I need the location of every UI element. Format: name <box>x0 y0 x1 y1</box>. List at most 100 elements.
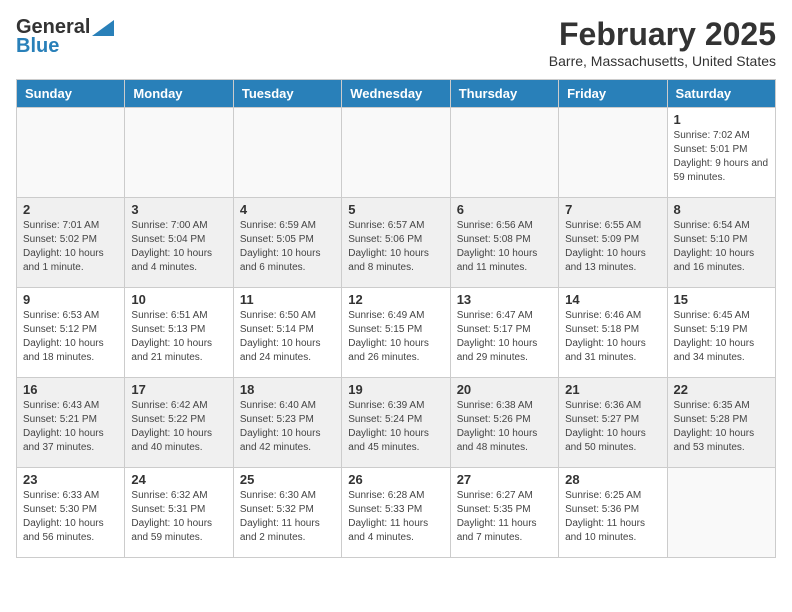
day-info: Sunrise: 6:30 AM Sunset: 5:32 PM Dayligh… <box>240 489 335 545</box>
day-number: 20 <box>457 382 552 397</box>
page-header: General Blue February 2025 Barre, Massac… <box>16 16 776 69</box>
day-info: Sunrise: 6:59 AM Sunset: 5:05 PM Dayligh… <box>240 219 335 275</box>
calendar-day-cell: 15 Sunrise: 6:45 AM Sunset: 5:19 PM Dayli… <box>667 288 775 378</box>
day-info: Sunrise: 6:38 AM Sunset: 5:26 PM Dayligh… <box>457 399 552 455</box>
calendar-week-row: 9 Sunrise: 6:53 AM Sunset: 5:12 PM Daylig… <box>17 288 776 378</box>
weekday-header: Sunday <box>17 80 125 108</box>
day-number: 16 <box>23 382 118 397</box>
calendar-day-cell: 1 Sunrise: 7:02 AM Sunset: 5:01 PM Daylig… <box>667 108 775 198</box>
weekday-header: Tuesday <box>233 80 341 108</box>
day-info: Sunrise: 6:42 AM Sunset: 5:22 PM Dayligh… <box>131 399 226 455</box>
day-info: Sunrise: 6:33 AM Sunset: 5:30 PM Dayligh… <box>23 489 118 545</box>
calendar-day-cell: 16 Sunrise: 6:43 AM Sunset: 5:21 PM Dayli… <box>17 378 125 468</box>
day-number: 10 <box>131 292 226 307</box>
weekday-header: Wednesday <box>342 80 450 108</box>
day-number: 28 <box>565 472 660 487</box>
calendar-day-cell: 3 Sunrise: 7:00 AM Sunset: 5:04 PM Daylig… <box>125 198 233 288</box>
day-info: Sunrise: 6:54 AM Sunset: 5:10 PM Dayligh… <box>674 219 769 275</box>
day-info: Sunrise: 7:02 AM Sunset: 5:01 PM Dayligh… <box>674 129 769 185</box>
calendar-week-row: 16 Sunrise: 6:43 AM Sunset: 5:21 PM Dayli… <box>17 378 776 468</box>
calendar-day-cell: 11 Sunrise: 6:50 AM Sunset: 5:14 PM Dayli… <box>233 288 341 378</box>
calendar-day-cell: 7Sunrise: 6:55 AM Sunset: 5:09 PM Daylig… <box>559 198 667 288</box>
calendar-day-cell: 14 Sunrise: 6:46 AM Sunset: 5:18 PM Dayli… <box>559 288 667 378</box>
day-info: Sunrise: 6:47 AM Sunset: 5:17 PM Dayligh… <box>457 309 552 365</box>
calendar-day-cell <box>450 108 558 198</box>
calendar-day-cell <box>559 108 667 198</box>
calendar-day-cell: 23 Sunrise: 6:33 AM Sunset: 5:30 PM Dayli… <box>17 468 125 558</box>
logo-icon <box>92 20 114 36</box>
calendar-day-cell: 8 Sunrise: 6:54 AM Sunset: 5:10 PM Daylig… <box>667 198 775 288</box>
calendar-table: SundayMondayTuesdayWednesdayThursdayFrid… <box>16 79 776 558</box>
day-info: Sunrise: 7:00 AM Sunset: 5:04 PM Dayligh… <box>131 219 226 275</box>
logo-blue-text: Blue <box>16 35 59 58</box>
day-info: Sunrise: 6:39 AM Sunset: 5:24 PM Dayligh… <box>348 399 443 455</box>
calendar-day-cell: 5Sunrise: 6:57 AM Sunset: 5:06 PM Daylig… <box>342 198 450 288</box>
day-number: 8 <box>674 202 769 217</box>
day-info: Sunrise: 6:45 AM Sunset: 5:19 PM Dayligh… <box>674 309 769 365</box>
weekday-header: Friday <box>559 80 667 108</box>
calendar-day-cell <box>233 108 341 198</box>
day-number: 26 <box>348 472 443 487</box>
calendar-day-cell: 22 Sunrise: 6:35 AM Sunset: 5:28 PM Dayli… <box>667 378 775 468</box>
calendar-day-cell: 27 Sunrise: 6:27 AM Sunset: 5:35 PM Dayli… <box>450 468 558 558</box>
calendar-day-cell: 13 Sunrise: 6:47 AM Sunset: 5:17 PM Dayli… <box>450 288 558 378</box>
calendar-day-cell: 17 Sunrise: 6:42 AM Sunset: 5:22 PM Dayli… <box>125 378 233 468</box>
day-info: Sunrise: 6:43 AM Sunset: 5:21 PM Dayligh… <box>23 399 118 455</box>
calendar-day-cell: 19 Sunrise: 6:39 AM Sunset: 5:24 PM Dayli… <box>342 378 450 468</box>
day-info: Sunrise: 6:28 AM Sunset: 5:33 PM Dayligh… <box>348 489 443 545</box>
calendar-day-cell: 4 Sunrise: 6:59 AM Sunset: 5:05 PM Daylig… <box>233 198 341 288</box>
calendar-day-cell: 21 Sunrise: 6:36 AM Sunset: 5:27 PM Dayli… <box>559 378 667 468</box>
day-info: Sunrise: 6:46 AM Sunset: 5:18 PM Dayligh… <box>565 309 660 365</box>
day-number: 14 <box>565 292 660 307</box>
day-info: Sunrise: 7:01 AM Sunset: 5:02 PM Dayligh… <box>23 219 118 275</box>
calendar-day-cell: 2 Sunrise: 7:01 AM Sunset: 5:02 PM Daylig… <box>17 198 125 288</box>
title-section: February 2025 Barre, Massachusetts, Unit… <box>549 16 776 69</box>
day-number: 21 <box>565 382 660 397</box>
calendar-day-cell: 25 Sunrise: 6:30 AM Sunset: 5:32 PM Dayli… <box>233 468 341 558</box>
day-number: 25 <box>240 472 335 487</box>
day-number: 12 <box>348 292 443 307</box>
day-info: Sunrise: 6:36 AM Sunset: 5:27 PM Dayligh… <box>565 399 660 455</box>
day-number: 11 <box>240 292 335 307</box>
day-number: 9 <box>23 292 118 307</box>
day-number: 3 <box>131 202 226 217</box>
day-number: 13 <box>457 292 552 307</box>
day-number: 22 <box>674 382 769 397</box>
day-info: Sunrise: 6:57 AM Sunset: 5:06 PM Dayligh… <box>348 219 443 275</box>
day-info: Sunrise: 6:56 AM Sunset: 5:08 PM Dayligh… <box>457 219 552 275</box>
calendar-day-cell <box>667 468 775 558</box>
calendar-day-cell: 9 Sunrise: 6:53 AM Sunset: 5:12 PM Daylig… <box>17 288 125 378</box>
calendar-day-cell: 6 Sunrise: 6:56 AM Sunset: 5:08 PM Daylig… <box>450 198 558 288</box>
day-info: Sunrise: 6:40 AM Sunset: 5:23 PM Dayligh… <box>240 399 335 455</box>
day-info: Sunrise: 6:49 AM Sunset: 5:15 PM Dayligh… <box>348 309 443 365</box>
day-info: Sunrise: 6:35 AM Sunset: 5:28 PM Dayligh… <box>674 399 769 455</box>
day-info: Sunrise: 6:32 AM Sunset: 5:31 PM Dayligh… <box>131 489 226 545</box>
day-info: Sunrise: 6:53 AM Sunset: 5:12 PM Dayligh… <box>23 309 118 365</box>
day-number: 4 <box>240 202 335 217</box>
day-number: 17 <box>131 382 226 397</box>
day-info: Sunrise: 6:27 AM Sunset: 5:35 PM Dayligh… <box>457 489 552 545</box>
calendar-day-cell <box>125 108 233 198</box>
calendar-week-row: 23 Sunrise: 6:33 AM Sunset: 5:30 PM Dayli… <box>17 468 776 558</box>
calendar-week-row: 2 Sunrise: 7:01 AM Sunset: 5:02 PM Daylig… <box>17 198 776 288</box>
calendar-week-row: 1 Sunrise: 7:02 AM Sunset: 5:01 PM Daylig… <box>17 108 776 198</box>
calendar-day-cell: 12 Sunrise: 6:49 AM Sunset: 5:15 PM Dayli… <box>342 288 450 378</box>
day-number: 1 <box>674 112 769 127</box>
day-info: Sunrise: 6:50 AM Sunset: 5:14 PM Dayligh… <box>240 309 335 365</box>
calendar-header-row: SundayMondayTuesdayWednesdayThursdayFrid… <box>17 80 776 108</box>
day-number: 15 <box>674 292 769 307</box>
day-info: Sunrise: 6:25 AM Sunset: 5:36 PM Dayligh… <box>565 489 660 545</box>
calendar-day-cell: 24 Sunrise: 6:32 AM Sunset: 5:31 PM Dayli… <box>125 468 233 558</box>
day-number: 19 <box>348 382 443 397</box>
weekday-header: Saturday <box>667 80 775 108</box>
day-number: 24 <box>131 472 226 487</box>
day-number: 6 <box>457 202 552 217</box>
calendar-day-cell: 20 Sunrise: 6:38 AM Sunset: 5:26 PM Dayli… <box>450 378 558 468</box>
day-info: Sunrise: 6:51 AM Sunset: 5:13 PM Dayligh… <box>131 309 226 365</box>
logo: General Blue <box>16 16 114 58</box>
day-number: 23 <box>23 472 118 487</box>
day-number: 2 <box>23 202 118 217</box>
month-title: February 2025 <box>549 16 776 53</box>
day-number: 27 <box>457 472 552 487</box>
calendar-day-cell: 26 Sunrise: 6:28 AM Sunset: 5:33 PM Dayli… <box>342 468 450 558</box>
